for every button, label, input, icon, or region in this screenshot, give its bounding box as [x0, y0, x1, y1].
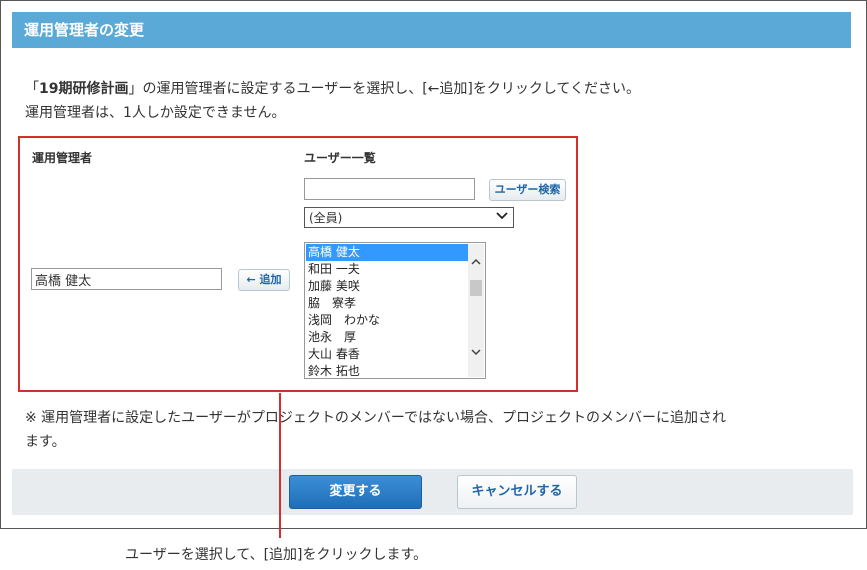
description-line-2: 運用管理者は、1人しか設定できません。 — [25, 105, 286, 121]
chevron-up-icon[interactable] — [471, 258, 481, 269]
add-button[interactable]: ← 追加 — [238, 269, 290, 291]
project-name: 19期研修計画 — [39, 81, 129, 97]
user-listbox[interactable]: 高橋 健太 和田 一夫 加藤 美咲脇 寮孝 浅岡 わかな 池永 厚大山 春香 鈴木 拓也 — [304, 242, 486, 379]
user-list-option[interactable]: 鈴木 拓也 — [306, 363, 469, 378]
user-search-input[interactable] — [304, 178, 475, 200]
user-search-button[interactable]: ユーザー検索 — [489, 179, 566, 201]
group-select-value: (全員) — [309, 211, 343, 225]
user-list-option[interactable]: 脇 寮孝 — [306, 295, 469, 312]
user-list-label: ユーザー一覧 — [304, 151, 376, 165]
dialog-header: 運用管理者の変更 — [12, 12, 851, 48]
description-line-1: 「19期研修計画」の運用管理者に設定するユーザーを選択し、[←追加]をクリックし… — [25, 78, 640, 98]
desc-prefix: 「 — [25, 81, 39, 97]
user-list-option[interactable]: 池永 厚 — [306, 329, 469, 346]
chevron-down-icon — [495, 209, 509, 226]
highlight-box — [18, 136, 578, 392]
group-select[interactable]: (全員) — [304, 207, 514, 228]
callout-line — [279, 393, 281, 538]
note-line-1: ※ 運用管理者に設定したユーザーがプロジェクトのメンバーではない場合、プロジェク… — [25, 410, 727, 426]
user-list-option[interactable]: 和田 一夫 — [306, 261, 469, 278]
user-list-option[interactable]: 浅岡 わかな — [306, 312, 469, 329]
note-line-2: ます。 — [25, 434, 66, 450]
listbox-scrollbar[interactable] — [468, 244, 484, 377]
scrollbar-thumb[interactable] — [470, 280, 482, 296]
dialog-footer — [12, 469, 853, 515]
desc-suffix: 」の運用管理者に設定するユーザーを選択し、[←追加]をクリックしてください。 — [128, 81, 641, 97]
chevron-down-icon[interactable] — [471, 348, 481, 359]
user-list-option[interactable]: 加藤 美咲 — [306, 278, 469, 295]
change-button[interactable]: 変更する — [289, 475, 422, 509]
annotation-caption: ユーザーを選択して、[追加]をクリックします。 — [125, 547, 428, 563]
admin-label: 運用管理者 — [32, 151, 93, 165]
cancel-button[interactable]: キャンセルする — [457, 475, 577, 509]
admin-field[interactable] — [31, 268, 222, 290]
user-list-items: 高橋 健太 和田 一夫 加藤 美咲脇 寮孝 浅岡 わかな 池永 厚大山 春香 鈴木 拓也 — [306, 244, 469, 378]
dialog-title: 運用管理者の変更 — [24, 21, 145, 39]
user-list-option[interactable]: 高橋 健太 — [306, 244, 469, 261]
user-list-option[interactable]: 大山 春香 — [306, 346, 469, 363]
